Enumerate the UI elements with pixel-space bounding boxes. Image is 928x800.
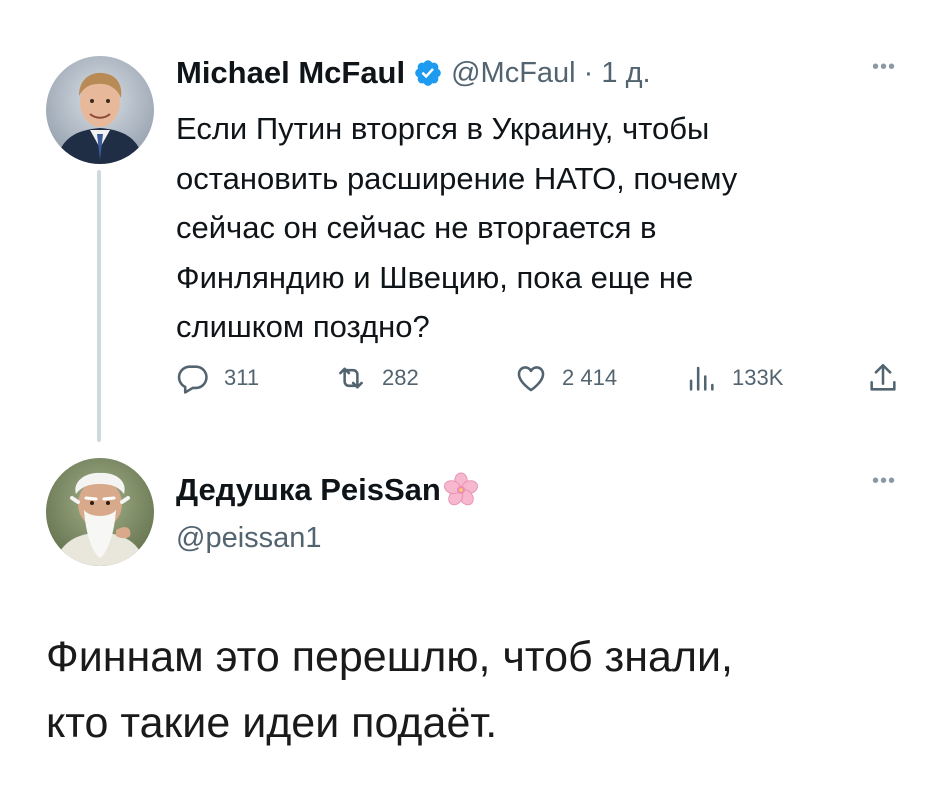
tweet1-text-line: Финляндию и Швецию, пока еще не <box>176 259 694 295</box>
tweet1-action-bar: 311 282 2 414 133K <box>176 356 916 400</box>
like-button[interactable]: 2 414 <box>514 356 617 400</box>
tweet1-more-icon[interactable]: ••• <box>872 56 896 79</box>
reply-count: 311 <box>224 365 260 390</box>
tweet2-handle[interactable]: @peissan1 <box>176 522 322 555</box>
like-count: 2 414 <box>562 365 618 390</box>
tweet1-header: Michael McFaul @McFaul · 1 д. <box>176 53 651 93</box>
views-count: 133K <box>732 365 784 390</box>
share-button[interactable] <box>866 356 900 400</box>
retweet-icon <box>339 367 363 389</box>
peissan-avatar[interactable] <box>46 458 154 566</box>
tweet1-text-line: сейчас он сейчас не вторгается в <box>176 210 657 245</box>
tweet1-text: Если Путин вторгся в Украину, чтобы оста… <box>176 104 876 352</box>
cherry-blossom-icon <box>443 472 478 506</box>
views-button[interactable]: 133K <box>684 356 783 400</box>
share-icon <box>870 363 896 391</box>
tweet2-header: Дедушка PeisSan <box>176 470 479 510</box>
tweet1-text-line: слишком поздно? <box>176 309 430 344</box>
mcfaul-avatar-image <box>46 56 154 164</box>
tweet1-handle-time[interactable]: @McFaul · 1 д. <box>451 57 650 90</box>
heart-icon <box>517 366 545 392</box>
tweet1-text-line: остановить расширение НАТО, почему <box>176 160 738 196</box>
tweet2-display-name[interactable]: Дедушка PeisSan <box>176 472 441 508</box>
thread-connector-line <box>97 170 101 442</box>
reply-button[interactable]: 311 <box>176 356 259 400</box>
tweet1-text-line: Если Путин вторгся в Украину, чтобы <box>176 111 710 146</box>
views-chart-icon <box>689 366 714 391</box>
retweet-count: 282 <box>382 365 419 390</box>
reply-icon <box>177 365 208 394</box>
tweet2-more-icon[interactable]: ••• <box>872 470 896 493</box>
peissan-avatar-image <box>46 458 154 566</box>
mcfaul-avatar[interactable] <box>46 56 154 164</box>
caption-line: Финнам это перешлю, чтоб знали, <box>46 633 733 681</box>
caption-line: кто такие идеи подаёт. <box>46 699 498 747</box>
retweet-button[interactable]: 282 <box>334 356 419 400</box>
verified-badge-icon <box>415 60 441 86</box>
reply-caption: Финнам это перешлю, чтоб знали, кто таки… <box>46 624 906 756</box>
tweet1-display-name[interactable]: Michael McFaul <box>176 55 405 91</box>
